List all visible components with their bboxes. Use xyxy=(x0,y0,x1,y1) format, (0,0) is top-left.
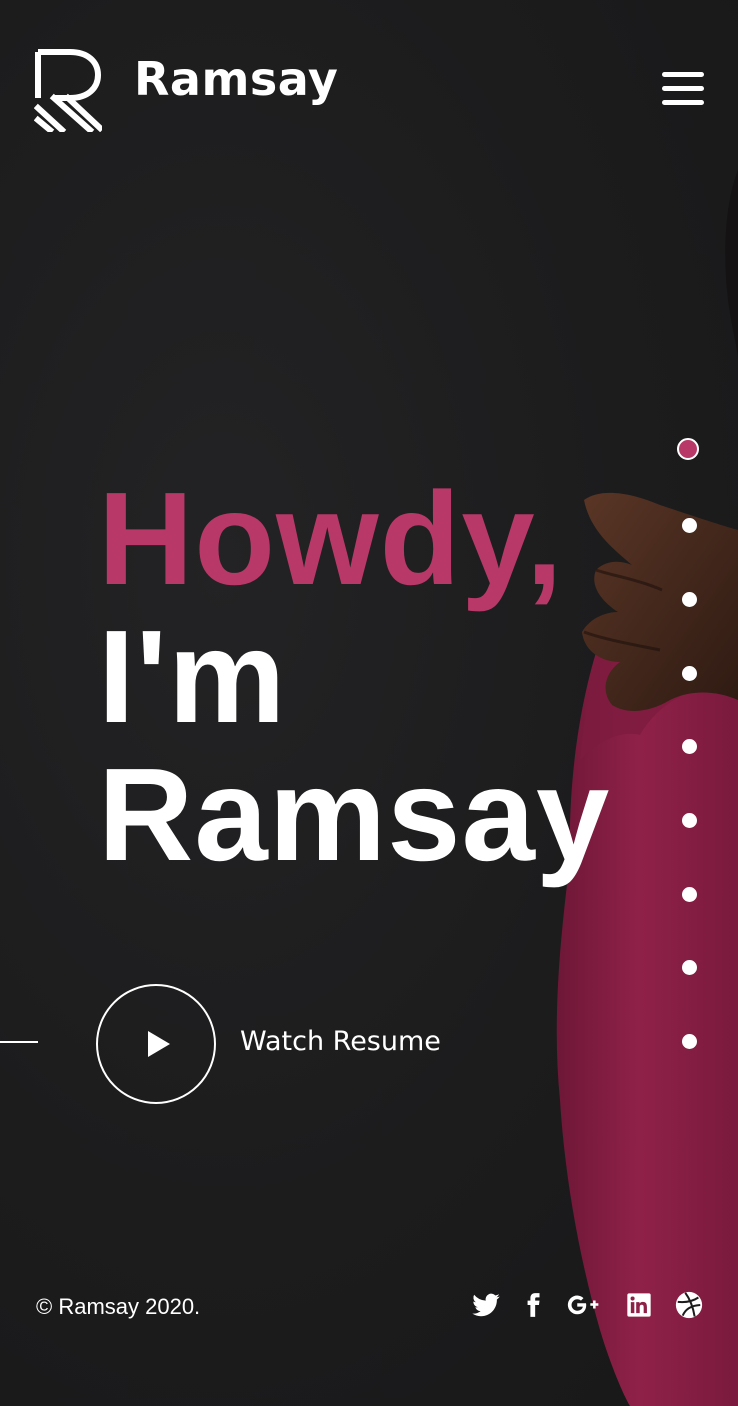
hero-line-name: Ramsay xyxy=(98,741,611,888)
decorative-divider xyxy=(0,1041,38,1043)
hero-heading: Howdy, I'm Ramsay xyxy=(98,470,610,884)
dribbble-icon[interactable] xyxy=(672,1288,706,1322)
copyright-text: © Ramsay 2020. xyxy=(36,1294,201,1319)
brand-name[interactable]: Ramsay xyxy=(134,56,338,102)
section-dot-5[interactable] xyxy=(682,739,697,754)
ramsay-r-logo-icon[interactable] xyxy=(34,48,102,132)
hero-page: Ramsay Howdy, I'm Ramsay Watch Resume © … xyxy=(0,0,738,1406)
linkedin-icon[interactable] xyxy=(624,1288,654,1322)
social-links xyxy=(468,1288,708,1324)
play-icon xyxy=(148,1031,170,1057)
google-plus-icon[interactable] xyxy=(564,1288,604,1322)
hamburger-menu-icon[interactable] xyxy=(660,70,706,110)
section-dot-7[interactable] xyxy=(682,887,697,902)
twitter-icon[interactable] xyxy=(470,1288,502,1322)
section-dot-2[interactable] xyxy=(682,518,697,533)
section-dot-4[interactable] xyxy=(682,666,697,681)
play-button[interactable] xyxy=(96,984,216,1104)
section-dot-1[interactable] xyxy=(677,438,699,460)
section-dot-3[interactable] xyxy=(682,592,697,607)
section-dot-8[interactable] xyxy=(682,960,697,975)
section-dot-9[interactable] xyxy=(682,1034,697,1049)
facebook-icon[interactable] xyxy=(520,1288,546,1322)
watch-resume-link[interactable]: Watch Resume xyxy=(240,1026,441,1058)
site-header: Ramsay xyxy=(0,0,738,180)
hero-line-im: I'm xyxy=(98,603,287,750)
section-dot-6[interactable] xyxy=(682,813,697,828)
section-dots-nav xyxy=(672,438,708,1058)
hero-greeting: Howdy, xyxy=(98,465,564,612)
